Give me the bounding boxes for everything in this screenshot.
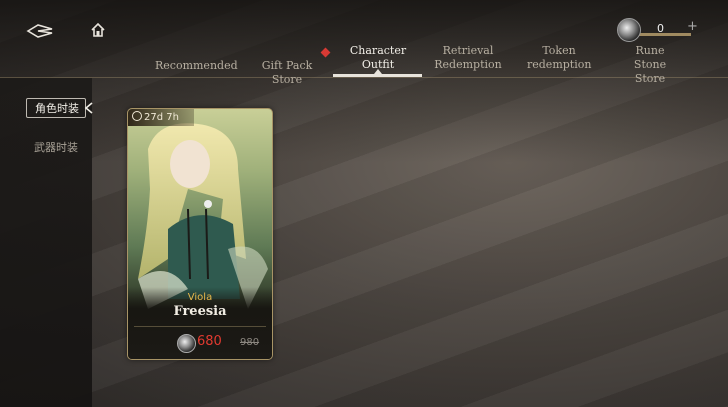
clock-icon xyxy=(132,111,142,121)
tab-character-outfit[interactable]: Character Outfit xyxy=(343,44,413,72)
chevron-left-icon xyxy=(84,102,93,114)
back-arrow-icon[interactable] xyxy=(26,23,54,39)
rune-coin-icon xyxy=(617,18,641,42)
outfit-name: Freesia xyxy=(173,304,227,319)
timer-text: 27d 7h xyxy=(144,112,179,123)
tab-gift-pack-store[interactable]: Gift Pack Store xyxy=(245,59,329,87)
currency-amount: 0 xyxy=(657,22,664,35)
outfit-card[interactable]: 27d 7h Viola Freesia 680 980 xyxy=(127,108,273,360)
tab-rune-stone-store[interactable]: Rune Stone Store xyxy=(618,44,682,86)
card-divider xyxy=(134,326,266,327)
sidebar-panel xyxy=(0,78,92,407)
original-price: 980 xyxy=(240,337,260,348)
sidebar-item-weapon-outfit[interactable]: 武器时装 xyxy=(34,139,78,155)
home-icon[interactable] xyxy=(90,22,106,38)
character-name: Viola xyxy=(187,292,213,303)
active-tab-underline xyxy=(333,74,422,77)
tab-token-redemption[interactable]: Token redemption xyxy=(527,44,591,72)
add-currency-button[interactable]: + xyxy=(687,19,698,34)
tab-recommended[interactable]: Recommended xyxy=(155,59,238,73)
current-price: 680 xyxy=(197,334,222,349)
sidebar-item-character-outfit[interactable]: 角色时装 xyxy=(26,98,86,118)
rune-coin-icon xyxy=(177,334,196,353)
tab-retrieval-redemption[interactable]: Retrieval Redemption xyxy=(433,44,503,72)
active-tab-caret xyxy=(374,69,382,74)
currency-display: 0 + xyxy=(617,18,705,42)
time-remaining: 27d 7h xyxy=(128,109,194,126)
